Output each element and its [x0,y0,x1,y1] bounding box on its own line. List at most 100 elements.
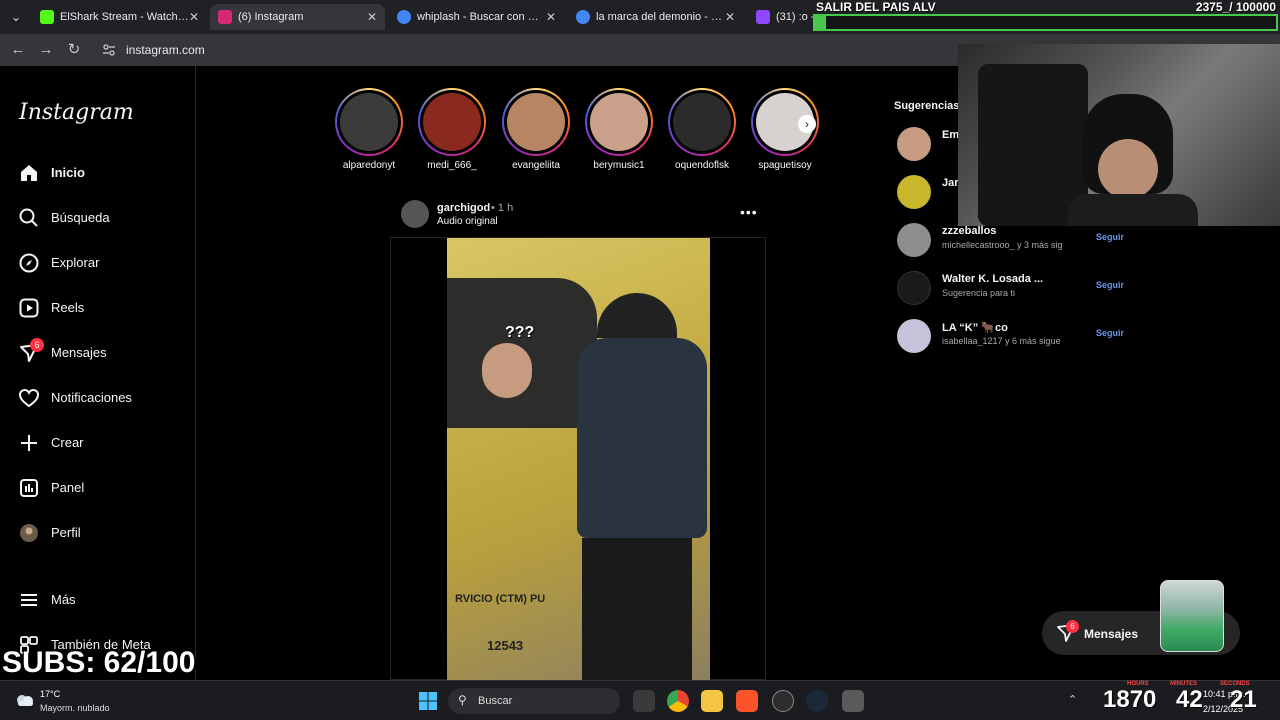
goal-progress-bar [813,14,1278,31]
messages-label: Mensajes [1084,627,1139,641]
nav-reels[interactable]: Reels [18,295,188,323]
story-username: medi_666_ [427,160,477,171]
follow-button[interactable]: Seguir [1096,232,1124,242]
suggestion-avatar[interactable] [897,127,931,161]
instagram-logo[interactable]: Instagram [19,100,134,125]
tab-elshark[interactable]: ElShark Stream - Watch Live ✕ [32,4,207,30]
suggestion-row[interactable]: zzzeballos michellecastrooo_ y 3 más sig… [897,223,1137,259]
windows-taskbar: 17°C Mayorm. nublado ⚲ Buscar ⌃ 10:41 p.… [0,680,1280,720]
nav-dashboard[interactable]: Panel [18,475,188,503]
back-icon[interactable]: ← [8,40,28,60]
reload-icon[interactable]: ↻ [64,40,84,60]
driver-figure [482,343,532,398]
suggestion-avatar[interactable] [897,175,931,209]
tab-twitch[interactable]: (31) :o - Twitch [748,4,814,30]
suggestion-avatar[interactable] [897,223,931,257]
suggestion-name[interactable]: zzzeballos [942,225,996,237]
twitch-favicon-icon [756,10,770,24]
chatgpt-icon[interactable] [772,690,794,712]
suggestion-avatar[interactable] [897,319,931,353]
instagram-favicon-icon [218,10,232,24]
story-username: oquendoflsk [675,160,729,171]
post-username[interactable]: garchigod [437,202,490,214]
plus-icon [21,435,37,451]
tab-whiplash-search[interactable]: whiplash - Buscar con Google ✕ [389,4,564,30]
site-settings-icon[interactable] [102,43,116,57]
nav-notifications[interactable]: Notificaciones [18,385,188,413]
taskview-icon[interactable] [633,690,655,712]
nav-explore[interactable]: Explorar [18,250,188,278]
suggestion-name[interactable]: LA “K” 🐂co [942,321,1008,334]
brave-icon[interactable] [736,690,758,712]
suggestion-name[interactable]: Em [942,129,959,141]
follow-button[interactable]: Seguir [1096,328,1124,338]
story-item[interactable]: medi_666_ [412,88,492,171]
streamer-webcam [958,44,1280,226]
settings-icon[interactable] [842,690,864,712]
story-item[interactable]: alparedonyt [329,88,409,171]
kick-favicon-icon [40,10,54,24]
close-tab-icon[interactable]: ✕ [546,4,556,30]
more-options-icon[interactable]: ••• [740,204,758,220]
avatar-icon [20,524,38,542]
post-video[interactable]: ??? RVICIO (CTM) PU 12543 [447,238,710,680]
nav-search[interactable]: Búsqueda [18,205,188,233]
nav-label: Más [51,592,76,607]
timer-seconds: 21 [1230,686,1257,713]
stories-next-chevron-icon[interactable]: › [798,115,816,133]
nav-home[interactable]: Inicio [18,160,188,188]
suggestion-subtitle: michellecastrooo_ y 3 más sig [942,240,1063,250]
story-item[interactable]: oquendoflsk [662,88,742,171]
close-tab-icon[interactable]: ✕ [367,4,377,30]
nav-profile[interactable]: Perfil [18,520,188,548]
windows-start-icon[interactable] [418,691,438,711]
story-ring [668,88,736,156]
tab-instagram[interactable]: (6) Instagram ✕ [210,4,385,30]
suggestion-avatar[interactable] [897,271,931,305]
post-author-avatar[interactable] [401,200,429,228]
subs-counter: SUBS: 62/100 [2,646,196,679]
tab-marca-search[interactable]: la marca del demonio - Busca ✕ [568,4,743,30]
nav-more[interactable]: Más [18,587,188,615]
forward-icon[interactable]: → [36,40,56,60]
heart-icon [18,388,40,408]
file-explorer-icon[interactable] [701,690,723,712]
story-username: berymusic1 [593,160,645,171]
suggestion-name[interactable]: Walter K. Losada ... [942,273,1043,285]
story-username: spaguetisoy [758,160,812,171]
story-username: alparedonyt [342,160,396,171]
nav-create[interactable]: Crear [18,430,188,458]
suggestion-name[interactable]: Jar [942,177,959,189]
weather-temperature[interactable]: 17°C [40,689,60,699]
taskbar-search[interactable]: ⚲ Buscar [448,688,620,714]
tab-title: ElShark Stream - Watch Live [60,11,190,23]
story-avatar [673,93,731,151]
tray-overflow-chevron-icon[interactable]: ⌃ [1068,693,1077,706]
menu-icon [21,594,37,606]
post-audio-link[interactable]: Audio original [437,216,498,227]
cloud-icon[interactable] [14,691,36,709]
video-caption-overlay: ??? [505,324,535,341]
weather-description[interactable]: Mayorm. nublado [40,703,110,713]
messages-badge: 6 [30,338,44,352]
story-ring [335,88,403,156]
suggestion-row[interactable]: LA “K” 🐂co isabellaa_1217 y 6 más sigue … [897,319,1137,355]
url-field[interactable]: instagram.com [126,43,205,57]
follow-button[interactable]: Seguir [1096,280,1124,290]
story-item[interactable]: evangeliita [496,88,576,171]
close-tab-icon[interactable]: ✕ [189,4,199,30]
tab-search-menu-button[interactable]: ⌄ [6,7,26,27]
chrome-icon[interactable] [667,690,689,712]
steam-icon[interactable] [806,690,828,712]
goal-progress-fill [815,16,826,29]
story-username: evangeliita [512,160,560,171]
story-item[interactable]: berymusic1 [579,88,659,171]
nav-messages[interactable]: 6 Mensajes [18,338,188,368]
tab-title: (6) Instagram [238,11,304,23]
home-icon [21,165,37,181]
compass-icon [19,253,39,273]
suggestion-row[interactable]: Walter K. Losada ... Sugerencia para ti … [897,271,1137,307]
close-tab-icon[interactable]: ✕ [725,4,735,30]
story-avatar [423,93,481,151]
timer-hours: 1870 [1103,686,1157,713]
